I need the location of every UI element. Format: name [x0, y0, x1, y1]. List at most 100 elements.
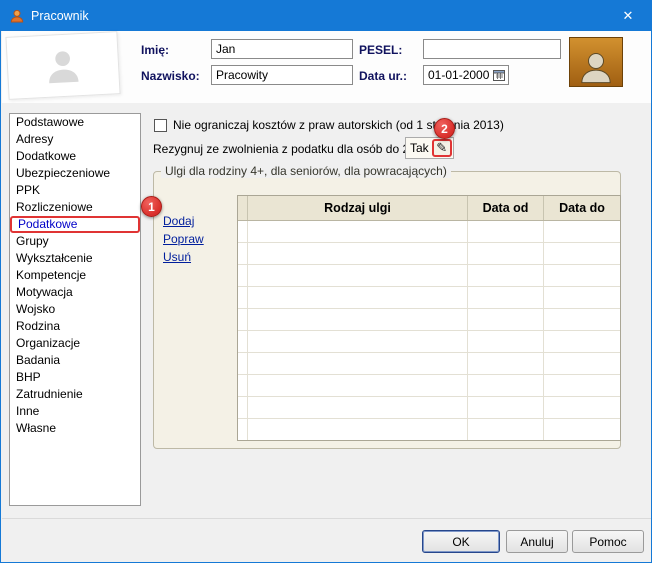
sidebar-item-badania[interactable]: Badania	[10, 352, 140, 369]
table-cell	[468, 309, 544, 330]
column-header: Rodzaj ulgi	[248, 196, 468, 220]
table-cell	[468, 221, 544, 242]
row-selector-cell	[238, 353, 248, 374]
footer-separator	[2, 518, 652, 519]
calendar-icon[interactable]	[490, 66, 508, 84]
sidebar-item-dodatkowe[interactable]: Dodatkowe	[10, 148, 140, 165]
sidebar-item-rodzina[interactable]: Rodzina	[10, 318, 140, 335]
table-cell	[544, 331, 620, 352]
sidebar-item-wlasne[interactable]: Własne	[10, 420, 140, 437]
pesel-field[interactable]	[423, 39, 561, 59]
ulgi-table: Rodzaj ulgiData odData do	[237, 195, 621, 441]
table-row[interactable]	[238, 375, 620, 397]
table-cell	[248, 309, 468, 330]
sidebar-item-grupy[interactable]: Grupy	[10, 233, 140, 250]
sidebar-item-podatkowe[interactable]: Podatkowe	[10, 216, 140, 233]
close-button[interactable]: ✕	[605, 1, 651, 31]
sidebar-item-rozliczeniowe[interactable]: Rozliczeniowe	[10, 199, 140, 216]
row-selector-cell	[238, 375, 248, 396]
sidebar-item-ubezpieczeniowe[interactable]: Ubezpieczeniowe	[10, 165, 140, 182]
row-selector-cell	[238, 221, 248, 242]
sidebar-item-inne[interactable]: Inne	[10, 403, 140, 420]
table-cell	[468, 397, 544, 418]
table-cell	[468, 375, 544, 396]
action-link-dodaj[interactable]: Dodaj	[163, 212, 194, 230]
row-selector-cell	[238, 287, 248, 308]
table-cell	[468, 419, 544, 440]
table-cell	[248, 243, 468, 264]
pracownik-dialog: Pracownik ✕ Imię: PESEL: Nazwisko: Data …	[0, 0, 652, 563]
table-cell	[248, 331, 468, 352]
table-cell	[248, 419, 468, 440]
imie-field[interactable]	[211, 39, 353, 59]
exemption-control: Tak ✎	[405, 137, 454, 159]
employee-app-icon	[9, 8, 25, 24]
table-row[interactable]	[238, 221, 620, 243]
action-link-popraw[interactable]: Popraw	[163, 230, 204, 248]
sidebar-item-podstawowe[interactable]: Podstawowe	[10, 114, 140, 131]
sidebar-item-kompetencje[interactable]: Kompetencje	[10, 267, 140, 284]
table-cell	[544, 353, 620, 374]
sidebar-item-organizacje[interactable]: Organizacje	[10, 335, 140, 352]
column-header: Data do	[544, 196, 620, 220]
data-ur-field[interactable]: 01-01-2000	[423, 65, 509, 85]
table-cell	[248, 397, 468, 418]
table-row[interactable]	[238, 243, 620, 265]
pesel-label: PESEL:	[359, 43, 402, 57]
row-selector-header	[238, 196, 248, 220]
data-ur-value: 01-01-2000	[424, 68, 490, 82]
sidebar-item-wyksztalcenie[interactable]: Wykształcenie	[10, 250, 140, 267]
row-selector-cell	[238, 419, 248, 440]
table-row[interactable]	[238, 265, 620, 287]
table-cell	[248, 375, 468, 396]
table-row[interactable]	[238, 397, 620, 419]
nazwisko-field[interactable]	[211, 65, 353, 85]
table-row[interactable]	[238, 419, 620, 441]
row-selector-cell	[238, 243, 248, 264]
table-row[interactable]	[238, 353, 620, 375]
table-cell	[544, 265, 620, 286]
table-row[interactable]	[238, 331, 620, 353]
table-cell	[468, 287, 544, 308]
table-cell	[544, 397, 620, 418]
help-button[interactable]: Pomoc	[572, 530, 644, 553]
edit-pencil-icon[interactable]: ✎	[432, 139, 452, 157]
sidebar-item-adresy[interactable]: Adresy	[10, 131, 140, 148]
titlebar: Pracownik ✕	[1, 1, 651, 31]
table-cell	[544, 287, 620, 308]
table-header-row: Rodzaj ulgiData odData do	[238, 196, 620, 221]
window-title: Pracownik	[31, 9, 89, 23]
sidebar-item-zatrudnienie[interactable]: Zatrudnienie	[10, 386, 140, 403]
sidebar-item-wojsko[interactable]: Wojsko	[10, 301, 140, 318]
action-link-usun[interactable]: Usuń	[163, 248, 191, 266]
row-selector-cell	[238, 265, 248, 286]
table-cell	[544, 243, 620, 264]
sidebar-item-motywacja[interactable]: Motywacja	[10, 284, 140, 301]
table-cell	[544, 309, 620, 330]
table-actions: DodajPoprawUsuń	[163, 212, 204, 266]
step-badge-2: 2	[434, 118, 455, 139]
employee-avatar	[569, 37, 623, 87]
imie-label: Imię:	[141, 43, 169, 57]
table-body	[238, 221, 620, 441]
photo-placeholder	[5, 31, 120, 100]
table-cell	[544, 419, 620, 440]
person-silhouette-icon	[40, 42, 86, 88]
sidebar-item-ppk[interactable]: PPK	[10, 182, 140, 199]
row-selector-cell	[238, 397, 248, 418]
table-cell	[468, 265, 544, 286]
table-cell	[248, 265, 468, 286]
category-list: PodstawoweAdresyDodatkoweUbezpieczeniowe…	[9, 113, 141, 506]
table-cell	[248, 221, 468, 242]
ok-button[interactable]: OK	[422, 530, 500, 553]
table-row[interactable]	[238, 309, 620, 331]
data-ur-label: Data ur.:	[359, 69, 407, 83]
author-costs-checkbox[interactable]	[154, 119, 167, 132]
person-avatar-icon	[576, 46, 616, 86]
cancel-button[interactable]: Anuluj	[506, 530, 568, 553]
table-cell	[544, 221, 620, 242]
sidebar-item-bhp[interactable]: BHP	[10, 369, 140, 386]
exemption-value: Tak	[410, 141, 429, 155]
table-row[interactable]	[238, 287, 620, 309]
ulgi-groupbox-title: Ulgi dla rodziny 4+, dla seniorów, dla p…	[161, 164, 451, 178]
